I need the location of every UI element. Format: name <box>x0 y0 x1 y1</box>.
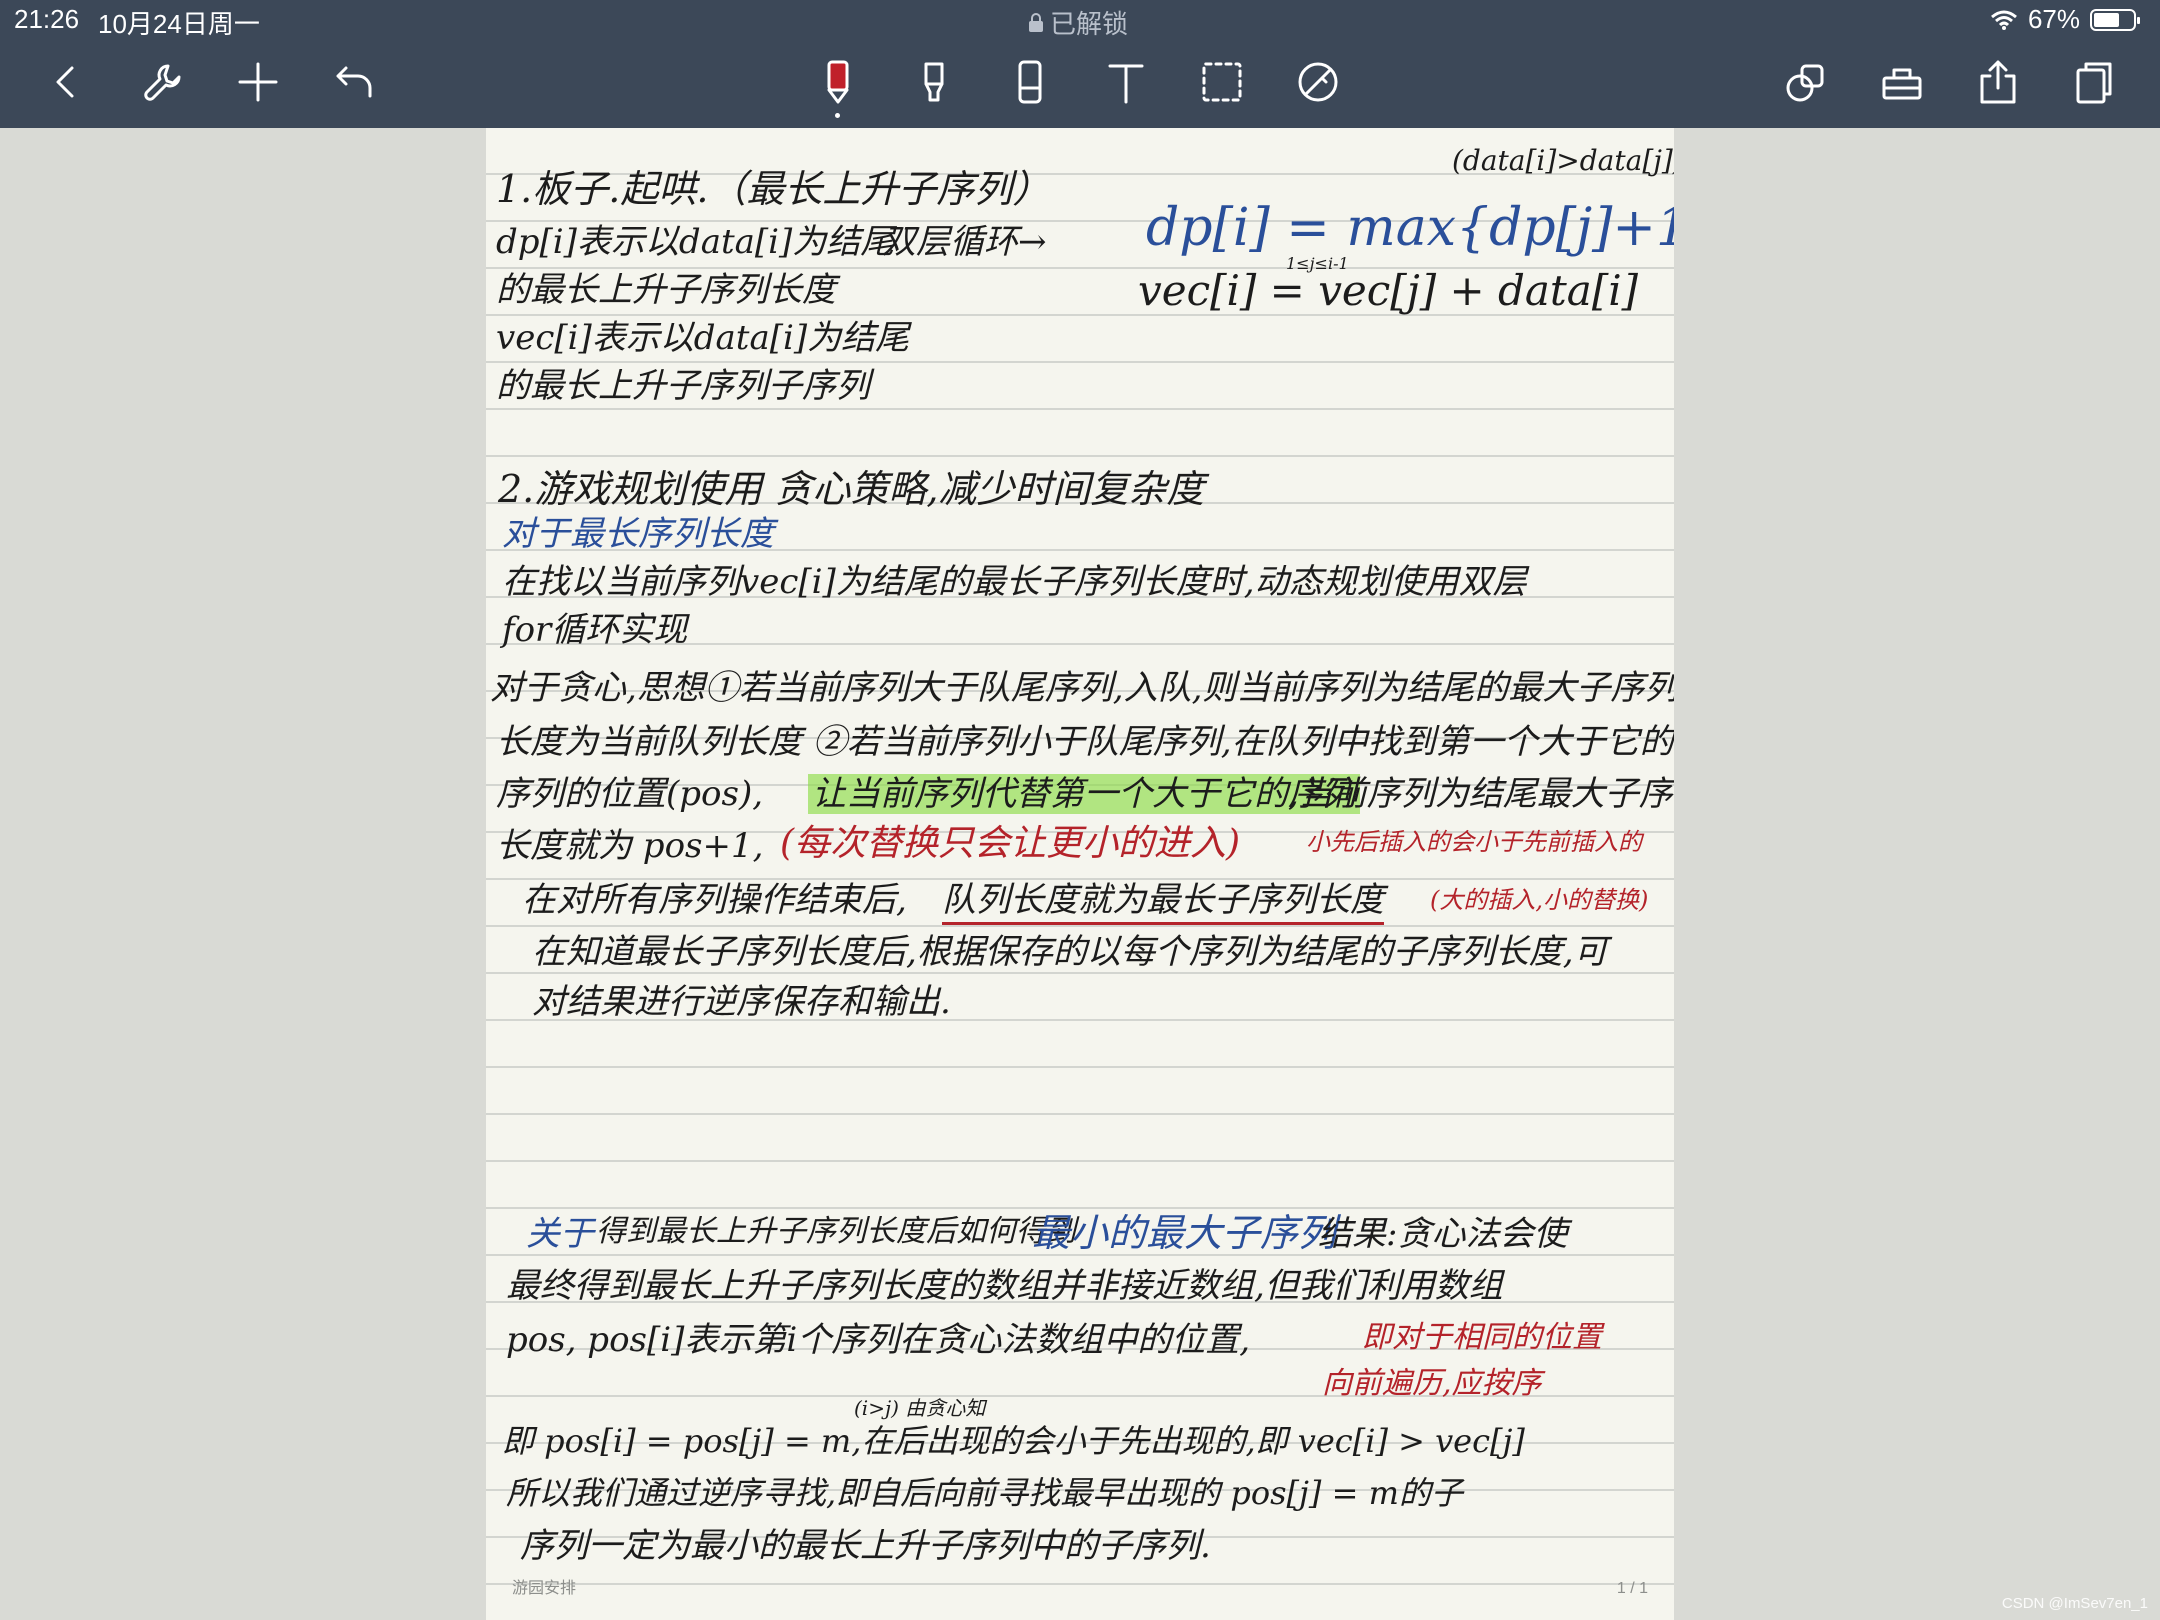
note-annotation: 小先后插入的会小于先前插入的 <box>1306 828 1642 856</box>
share-button[interactable] <box>1968 52 2028 112</box>
app-toolbar: 21:26 10月24日周一 已解锁 67% <box>0 0 2160 128</box>
note-annotation: (大的插入,小的替换) <box>1430 886 1649 914</box>
status-date: 10月24日周一 <box>98 9 260 39</box>
shapes-disable-icon <box>1298 62 1338 102</box>
note-line: 在找以当前序列vec[i]为结尾的最长子序列长度时,动态规划使用双层 <box>502 562 1527 602</box>
eraser-icon <box>1018 60 1042 104</box>
back-icon <box>56 66 74 98</box>
note-line: 序列的位置(pos), <box>496 774 764 814</box>
note-line: 让当前序列代替第一个大于它的序列 <box>808 766 1360 815</box>
highlighted-text: 让当前序列代替第一个大于它的序列 <box>808 774 1360 814</box>
note-line: 即 pos[i] = pos[j] = m,在后出现的会小于先出现的,即 vec… <box>502 1422 1525 1460</box>
note-annotation: 向前遍历,应按序 <box>1322 1366 1542 1401</box>
watermark: CSDN @ImSev7en_1 <box>2001 1595 2148 1612</box>
lasso-icon <box>1202 62 1242 102</box>
note-line: 序列一定为最小的最长上升子序列中的子序列. <box>520 1526 1211 1566</box>
elements-icon <box>1882 68 1922 100</box>
shapes-icon <box>1786 64 1824 102</box>
pages-icon <box>2076 62 2112 104</box>
active-tool-indicator <box>835 113 840 118</box>
highlighter-icon <box>924 62 944 102</box>
note-line: 的最长上升子序列长度 <box>496 270 836 310</box>
status-time: 21:26 <box>14 4 80 34</box>
note-line: 的最长上升子序列子序列 <box>496 366 870 406</box>
note-line: dp[i]表示以data[i]为结尾 <box>496 222 895 262</box>
status-bar: 21:26 10月24日周一 已解锁 67% <box>0 0 2160 40</box>
text-icon <box>1108 64 1144 104</box>
add-button[interactable] <box>228 52 288 112</box>
note-formula: vec[i] = vec[j] + data[i] <box>1138 266 1639 315</box>
note-formula: dp[i] = max{dp[j]+1} <box>1146 198 1674 258</box>
text-tool[interactable] <box>1096 52 1156 112</box>
note-line: 对于最长序列长度 <box>502 514 774 554</box>
underlined-text: 队列长度就为最长子序列长度 <box>942 880 1384 925</box>
note-page[interactable]: 1.板子.起哄.（最长上升子序列） (data[i]>data[j]) dp[i… <box>486 128 1674 1620</box>
note-line: (data[i]>data[j]) <box>1452 144 1674 177</box>
pen-icon <box>827 60 849 104</box>
note-line: 双层循环→ <box>882 222 1047 262</box>
note-line: vec[i]表示以data[i]为结尾 <box>496 318 910 358</box>
note-line: 关于 <box>526 1214 594 1254</box>
lock-label: 已解锁 <box>1050 9 1129 39</box>
share-icon <box>1980 60 2016 104</box>
note-line: 所以我们通过逆序寻找,即自后向前寻找最早出现的 pos[j] = m的子 <box>506 1474 1463 1512</box>
elements-button[interactable] <box>1872 52 1932 112</box>
lasso-tool[interactable] <box>1192 52 1252 112</box>
note-line: for循环实现 <box>502 610 688 650</box>
lock-icon <box>1029 12 1043 32</box>
note-line: 对结果进行逆序保存和输出. <box>532 982 951 1022</box>
wrench-icon <box>144 64 181 101</box>
note-annotation: 即对于相同的位置 <box>1362 1320 1602 1355</box>
plus-icon <box>238 62 278 102</box>
note-line: 对于贪心,思想①若当前序列大于队尾序列,入队,则当前序列为结尾的最大子序列 <box>490 668 1674 708</box>
note-line: 得到最长上升子序列长度后如何得到 <box>596 1214 1076 1249</box>
note-line: 队列长度就为最长子序列长度 <box>942 872 1384 925</box>
undo-button[interactable] <box>324 52 384 112</box>
note-line: 在知道最长子序列长度后,根据保存的以每个序列为结尾的子序列长度,可 <box>532 932 1608 972</box>
note-line: 结果:贪心法会使 <box>1318 1214 1568 1254</box>
pen-tool[interactable] <box>808 52 868 118</box>
status-right: 67% <box>1990 4 2140 35</box>
note-line: 长度为当前队列长度 ②若当前序列小于队尾序列,在队列中找到第一个大于它的 <box>496 722 1674 762</box>
pages-button[interactable] <box>2064 52 2124 112</box>
note-line: 在对所有序列操作结束后, <box>522 880 907 920</box>
battery-percent: 67% <box>2027 4 2080 34</box>
battery-icon <box>2090 8 2140 31</box>
note-line: ,当前序列为结尾最大子序列 <box>1288 774 1674 814</box>
shape-tool[interactable] <box>1288 52 1348 112</box>
shapes-button[interactable] <box>1776 52 1836 112</box>
battery-fill <box>2094 12 2119 27</box>
note-line: 最终得到最长上升子序列长度的数组并非接近数组,但我们利用数组 <box>506 1266 1503 1306</box>
undo-icon <box>336 66 372 98</box>
eraser-tool[interactable] <box>1000 52 1060 112</box>
note-line: 1.板子.起哄.（最长上升子序列） <box>496 167 1051 211</box>
note-line: pos, pos[i]表示第i个序列在贪心法数组中的位置, <box>506 1320 1251 1360</box>
back-button[interactable] <box>36 52 96 112</box>
wifi-icon <box>1990 10 2017 30</box>
settings-button[interactable] <box>132 52 192 112</box>
notebook-name: 游园安排 <box>512 1580 577 1597</box>
lock-status: 已解锁 <box>1028 4 1128 41</box>
note-line: 长度就为 pos+1, <box>496 826 764 866</box>
highlighter-tool[interactable] <box>904 52 964 112</box>
note-annotation: (每次替换只会让更小的进入) <box>780 823 1241 864</box>
note-heading: 2.游戏规划使用 贪心策略,减少时间复杂度 <box>498 467 1205 511</box>
page-indicator: 1 / 1 <box>1616 1580 1648 1597</box>
note-line: 最小的最大子序列 <box>1032 1211 1337 1255</box>
